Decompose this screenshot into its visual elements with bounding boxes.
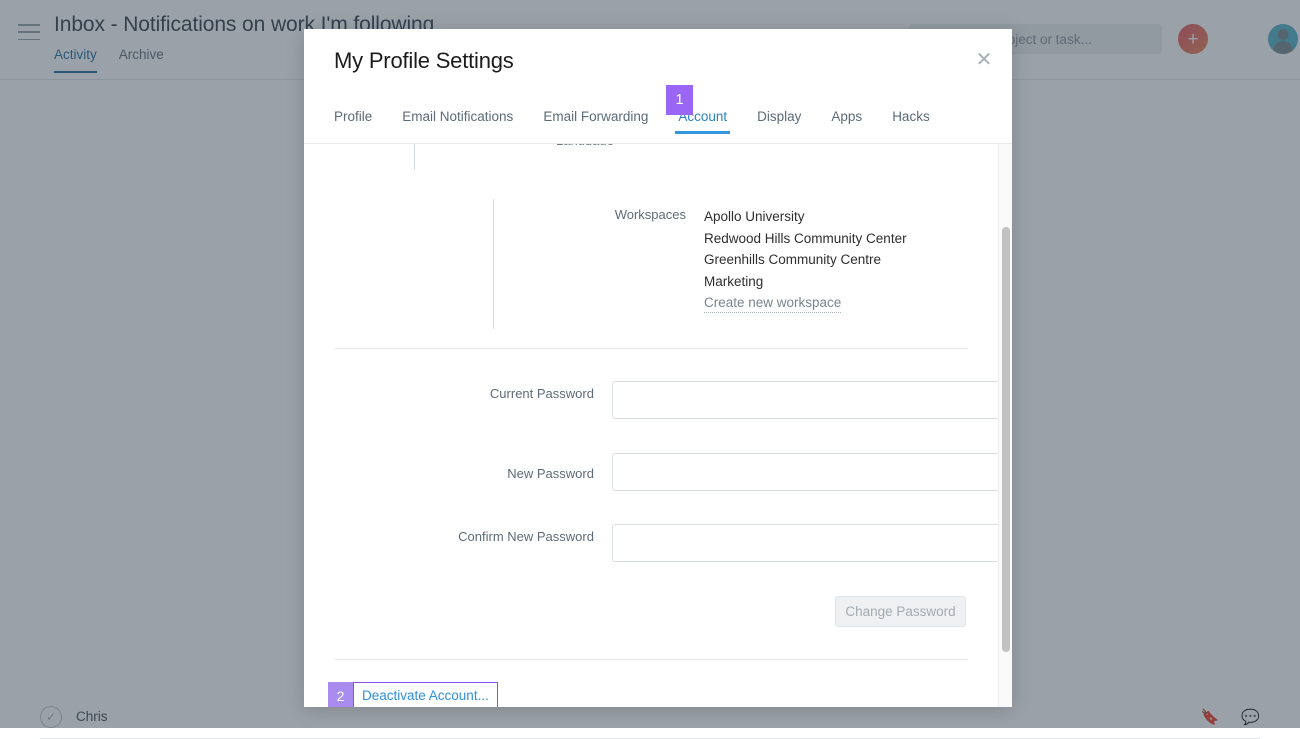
close-icon[interactable]: ✕ [973, 49, 995, 71]
workspace-item[interactable]: Greenhills Community Centre [704, 249, 907, 271]
deactivate-account-link[interactable]: Deactivate Account... [362, 688, 489, 703]
modal-scroll-body: Language Workspaces Apollo University Re… [304, 144, 1012, 707]
section-divider-top [334, 348, 968, 349]
current-password-label: Current Password [304, 381, 612, 419]
tab-hacks[interactable]: Hacks [877, 109, 945, 134]
form-column-rule [414, 144, 415, 170]
modal-title: My Profile Settings [334, 48, 514, 74]
current-password-input[interactable] [612, 381, 1012, 419]
section-divider-bottom [334, 659, 968, 660]
tab-apps[interactable]: Apps [816, 109, 877, 134]
new-password-input[interactable] [612, 453, 1012, 491]
workspace-item[interactable]: Apollo University [704, 206, 907, 228]
clipped-text-above: Language [556, 144, 614, 145]
confirm-new-password-input[interactable] [612, 524, 1012, 562]
deactivate-account-annotated: 2 Deactivate Account... [328, 682, 498, 707]
create-new-workspace-link[interactable]: Create new workspace [704, 293, 841, 313]
workspaces-row: Workspaces Apollo University Redwood Hil… [304, 206, 1012, 314]
workspace-item[interactable]: Marketing [704, 271, 907, 293]
workspaces-list: Apollo University Redwood Hills Communit… [704, 206, 907, 314]
new-password-label: New Password [304, 453, 612, 491]
confirm-new-password-row: Confirm New Password [304, 524, 1012, 562]
modal-tabs: Profile Email Notifications Email Forwar… [334, 109, 945, 134]
tab-display[interactable]: Display [742, 109, 816, 134]
workspaces-label: Workspaces [304, 206, 704, 314]
annotation-highlight-box: Deactivate Account... [353, 682, 498, 707]
workspace-item[interactable]: Redwood Hills Community Center [704, 228, 907, 250]
new-password-row: New Password [304, 453, 1012, 491]
change-password-button[interactable]: Change Password [835, 596, 966, 627]
annotation-badge-1: 1 [666, 85, 693, 115]
current-password-row: Current Password [304, 381, 1012, 419]
tab-email-notifications[interactable]: Email Notifications [387, 109, 528, 134]
confirm-new-password-label: Confirm New Password [304, 524, 612, 562]
profile-settings-modal: My Profile Settings ✕ Profile Email Noti… [304, 29, 1012, 707]
tab-profile[interactable]: Profile [334, 109, 387, 134]
tab-email-forwarding[interactable]: Email Forwarding [528, 109, 663, 134]
modal-scrollbar-thumb[interactable] [1002, 227, 1010, 652]
modal-scrollbar-track[interactable] [998, 144, 1012, 707]
annotation-badge-2: 2 [328, 682, 353, 707]
